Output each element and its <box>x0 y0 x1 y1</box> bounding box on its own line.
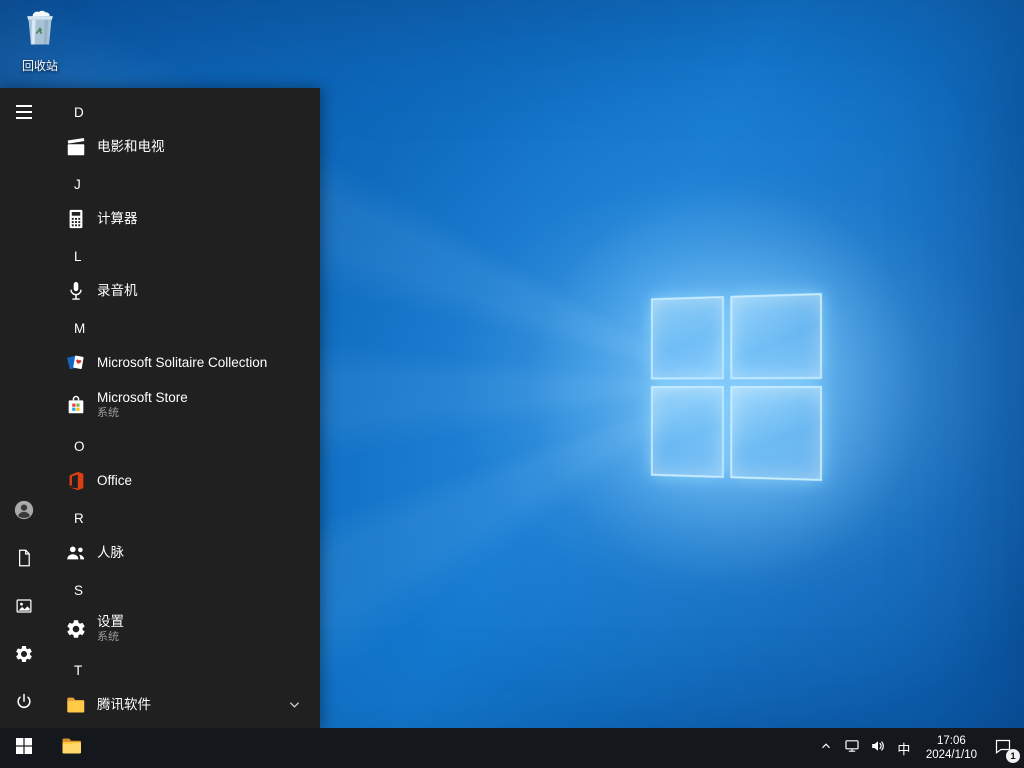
windows-logo-pane <box>730 293 822 380</box>
taskbar-spacer <box>96 728 813 768</box>
folder-icon <box>64 693 88 717</box>
desktop-screen: 回收站 D 电影和电视 J 计算器 L 录音机 M Microsoft Soli… <box>0 0 1024 768</box>
app-item-office[interactable]: Office <box>48 462 320 500</box>
speaker-icon <box>870 738 886 759</box>
network-ethernet-icon <box>844 738 860 759</box>
power-icon <box>14 692 34 717</box>
pictures-icon <box>14 596 34 621</box>
app-section-s: S 设置 系统 <box>48 574 320 652</box>
section-letter-r[interactable]: R <box>48 502 320 534</box>
windows-logo-pane <box>650 386 725 478</box>
chevron-up-icon <box>819 739 833 758</box>
document-icon <box>14 548 34 573</box>
power-button[interactable] <box>0 680 48 728</box>
app-label: Microsoft Solitaire Collection <box>97 355 268 370</box>
app-label: Microsoft Store <box>97 390 188 405</box>
expand-menu-button[interactable] <box>0 88 48 136</box>
people-icon <box>64 541 88 565</box>
taskbar: 中 17:06 2024/1/10 1 <box>0 728 1024 768</box>
documents-button[interactable] <box>0 536 48 584</box>
app-section-l: L 录音机 <box>48 240 320 310</box>
app-item-calculator[interactable]: 计算器 <box>48 200 320 238</box>
app-item-microsoft-store[interactable]: Microsoft Store 系统 <box>48 382 320 428</box>
app-label: 设置 <box>97 614 124 629</box>
office-icon <box>64 469 88 493</box>
solitaire-icon <box>64 351 88 375</box>
taskbar-clock[interactable]: 17:06 2024/1/10 <box>917 728 986 768</box>
app-label: 电影和电视 <box>97 139 165 154</box>
action-center-button[interactable]: 1 <box>986 728 1024 768</box>
file-explorer-icon <box>60 734 84 763</box>
hamburger-icon <box>16 105 32 119</box>
start-menu-rail <box>0 88 48 728</box>
pictures-button[interactable] <box>0 584 48 632</box>
user-avatar-icon <box>13 499 35 526</box>
section-letter-m[interactable]: M <box>48 312 320 344</box>
section-letter-d[interactable]: D <box>48 96 320 128</box>
app-section-r: R 人脉 <box>48 502 320 572</box>
windows-logo <box>650 293 822 481</box>
start-menu: D 电影和电视 J 计算器 L 录音机 M Microsoft Solitair… <box>0 88 320 728</box>
app-item-voice-recorder[interactable]: 录音机 <box>48 272 320 310</box>
app-label: 计算器 <box>97 211 138 226</box>
windows-logo-pane <box>650 296 725 380</box>
recycle-bin[interactable]: 回收站 <box>8 6 72 74</box>
movies-tv-icon <box>64 135 88 159</box>
windows-start-icon <box>16 737 32 759</box>
ime-indicator[interactable]: 中 <box>891 728 917 768</box>
store-icon <box>64 393 88 417</box>
section-letter-t[interactable]: T <box>48 654 320 686</box>
app-item-solitaire[interactable]: Microsoft Solitaire Collection <box>48 344 320 382</box>
clock-time: 17:06 <box>937 735 966 747</box>
app-section-j: J 计算器 <box>48 168 320 238</box>
section-letter-j[interactable]: J <box>48 168 320 200</box>
start-menu-app-list: D 电影和电视 J 计算器 L 录音机 M Microsoft Solitair… <box>48 88 320 728</box>
app-section-t: T 腾讯软件 <box>48 654 320 724</box>
app-item-people[interactable]: 人脉 <box>48 534 320 572</box>
app-item-movies-tv[interactable]: 电影和电视 <box>48 128 320 166</box>
settings-gear-icon <box>64 617 88 641</box>
app-item-tencent-folder[interactable]: 腾讯软件 <box>48 686 320 724</box>
notification-badge: 1 <box>1006 749 1020 763</box>
system-tray: 中 17:06 2024/1/10 1 <box>813 728 1024 768</box>
app-label: Office <box>97 473 133 488</box>
gear-icon <box>14 644 34 669</box>
rail-spacer <box>0 136 48 488</box>
app-sublabel: 系统 <box>97 407 119 419</box>
app-label: 腾讯软件 <box>97 697 151 712</box>
recycle-bin-icon <box>18 6 62 55</box>
section-letter-l[interactable]: L <box>48 240 320 272</box>
settings-button[interactable] <box>0 632 48 680</box>
volume-tray-button[interactable] <box>865 728 891 768</box>
calculator-icon <box>64 207 88 231</box>
section-letter-o[interactable]: O <box>48 430 320 462</box>
user-account-button[interactable] <box>0 488 48 536</box>
recycle-bin-label: 回收站 <box>21 59 58 73</box>
section-letter-s[interactable]: S <box>48 574 320 606</box>
show-hidden-icons-button[interactable] <box>813 728 839 768</box>
clock-date: 2024/1/10 <box>925 749 977 761</box>
app-sublabel: 系统 <box>97 631 119 643</box>
voice-recorder-icon <box>64 279 88 303</box>
app-item-settings[interactable]: 设置 系统 <box>48 606 320 652</box>
network-tray-button[interactable] <box>839 728 865 768</box>
start-button[interactable] <box>0 728 48 768</box>
ime-language-label: 中 <box>897 741 911 757</box>
app-label: 录音机 <box>97 283 138 298</box>
app-section-d: D 电影和电视 <box>48 96 320 166</box>
app-section-m: M Microsoft Solitaire Collection Microso… <box>48 312 320 428</box>
file-explorer-button[interactable] <box>48 728 96 768</box>
app-label: 人脉 <box>97 545 124 560</box>
windows-logo-pane <box>730 386 822 481</box>
app-section-o: O Office <box>48 430 320 500</box>
chevron-down-icon[interactable] <box>289 701 300 709</box>
